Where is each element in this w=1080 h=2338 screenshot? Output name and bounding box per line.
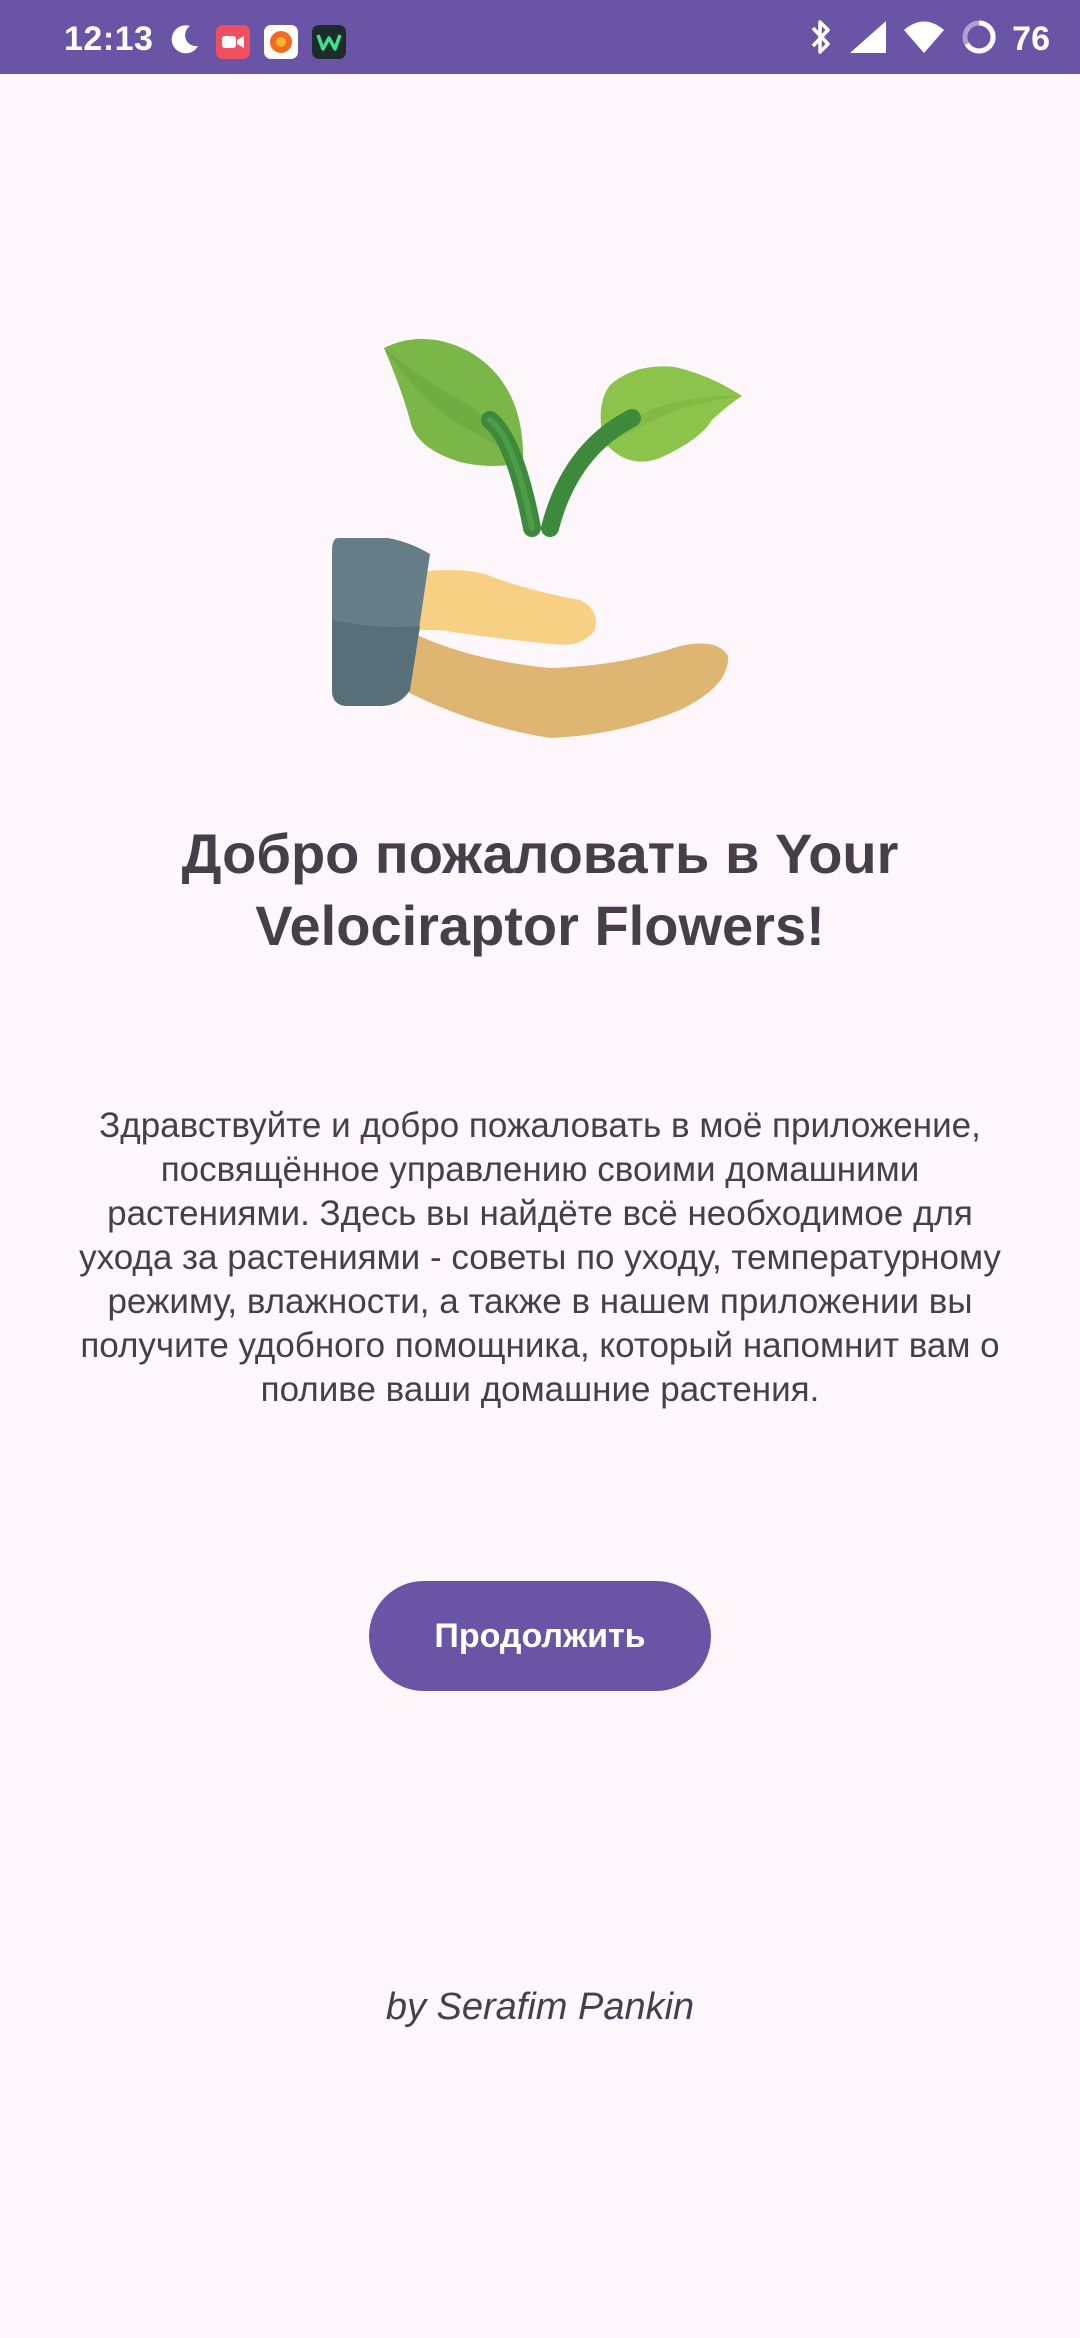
moon-icon (168, 22, 202, 61)
orange-app-icon (264, 24, 298, 59)
battery-ring-icon (960, 18, 998, 61)
notification-icons (168, 22, 346, 61)
video-app-icon (216, 24, 250, 59)
status-time: 12:13 (64, 20, 154, 58)
bluetooth-icon (808, 18, 834, 61)
hand-with-seedling-icon (320, 330, 760, 750)
signal-icon (848, 19, 888, 60)
continue-button[interactable]: Продолжить (369, 1581, 711, 1691)
battery-level: 76 (1012, 20, 1050, 58)
page-title: Добро пожаловать в Your Velociraptor Flo… (181, 822, 899, 957)
wifi-icon (902, 19, 946, 60)
welcome-description: Здравствуйте и добро пожаловать в моё пр… (79, 1106, 1001, 1409)
status-bar: 12:13 76 (0, 0, 1080, 74)
w-app-icon (312, 24, 346, 59)
system-icons: 76 (808, 18, 1050, 61)
author-credit: by Serafim Pankin (385, 1986, 695, 2028)
